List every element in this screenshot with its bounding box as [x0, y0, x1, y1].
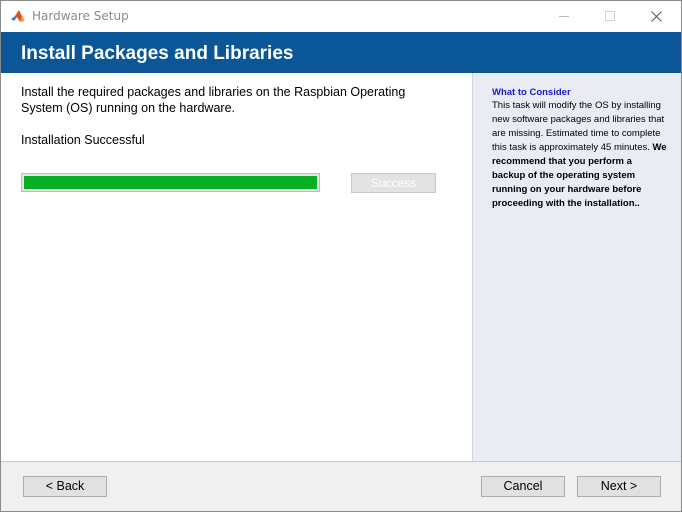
maximize-icon — [605, 11, 615, 21]
installation-progress-bar — [21, 173, 320, 192]
close-icon — [651, 11, 662, 22]
close-button[interactable] — [634, 1, 680, 32]
installation-status: Installation Successful — [21, 133, 145, 147]
next-button[interactable]: Next > — [577, 476, 661, 497]
matlab-logo-icon — [10, 8, 26, 24]
consider-body: This task will modify the OS by installi… — [492, 99, 667, 211]
window-title: Hardware Setup — [32, 9, 129, 23]
wizard-footer: < Back Cancel Next > — [1, 461, 681, 511]
back-button[interactable]: < Back — [23, 476, 107, 497]
consider-heading: What to Consider — [492, 87, 571, 98]
page-header: Install Packages and Libraries — [1, 32, 681, 73]
consider-info-text: This task will modify the OS by installi… — [492, 100, 665, 153]
title-bar[interactable]: Hardware Setup — [1, 1, 681, 32]
minimize-button[interactable] — [542, 1, 588, 32]
maximize-button[interactable] — [588, 1, 634, 32]
cancel-button[interactable]: Cancel — [481, 476, 565, 497]
main-content: Install the required packages and librar… — [1, 73, 472, 461]
progress-fill — [24, 176, 317, 189]
minimize-icon — [559, 16, 569, 17]
task-description: Install the required packages and librar… — [21, 85, 406, 115]
what-to-consider-panel: What to Consider This task will modify t… — [472, 73, 681, 461]
hardware-setup-window: Hardware Setup Install Packages and Libr… — [0, 0, 682, 512]
page-title: Install Packages and Libraries — [21, 43, 294, 64]
success-button[interactable]: Success — [351, 173, 436, 193]
